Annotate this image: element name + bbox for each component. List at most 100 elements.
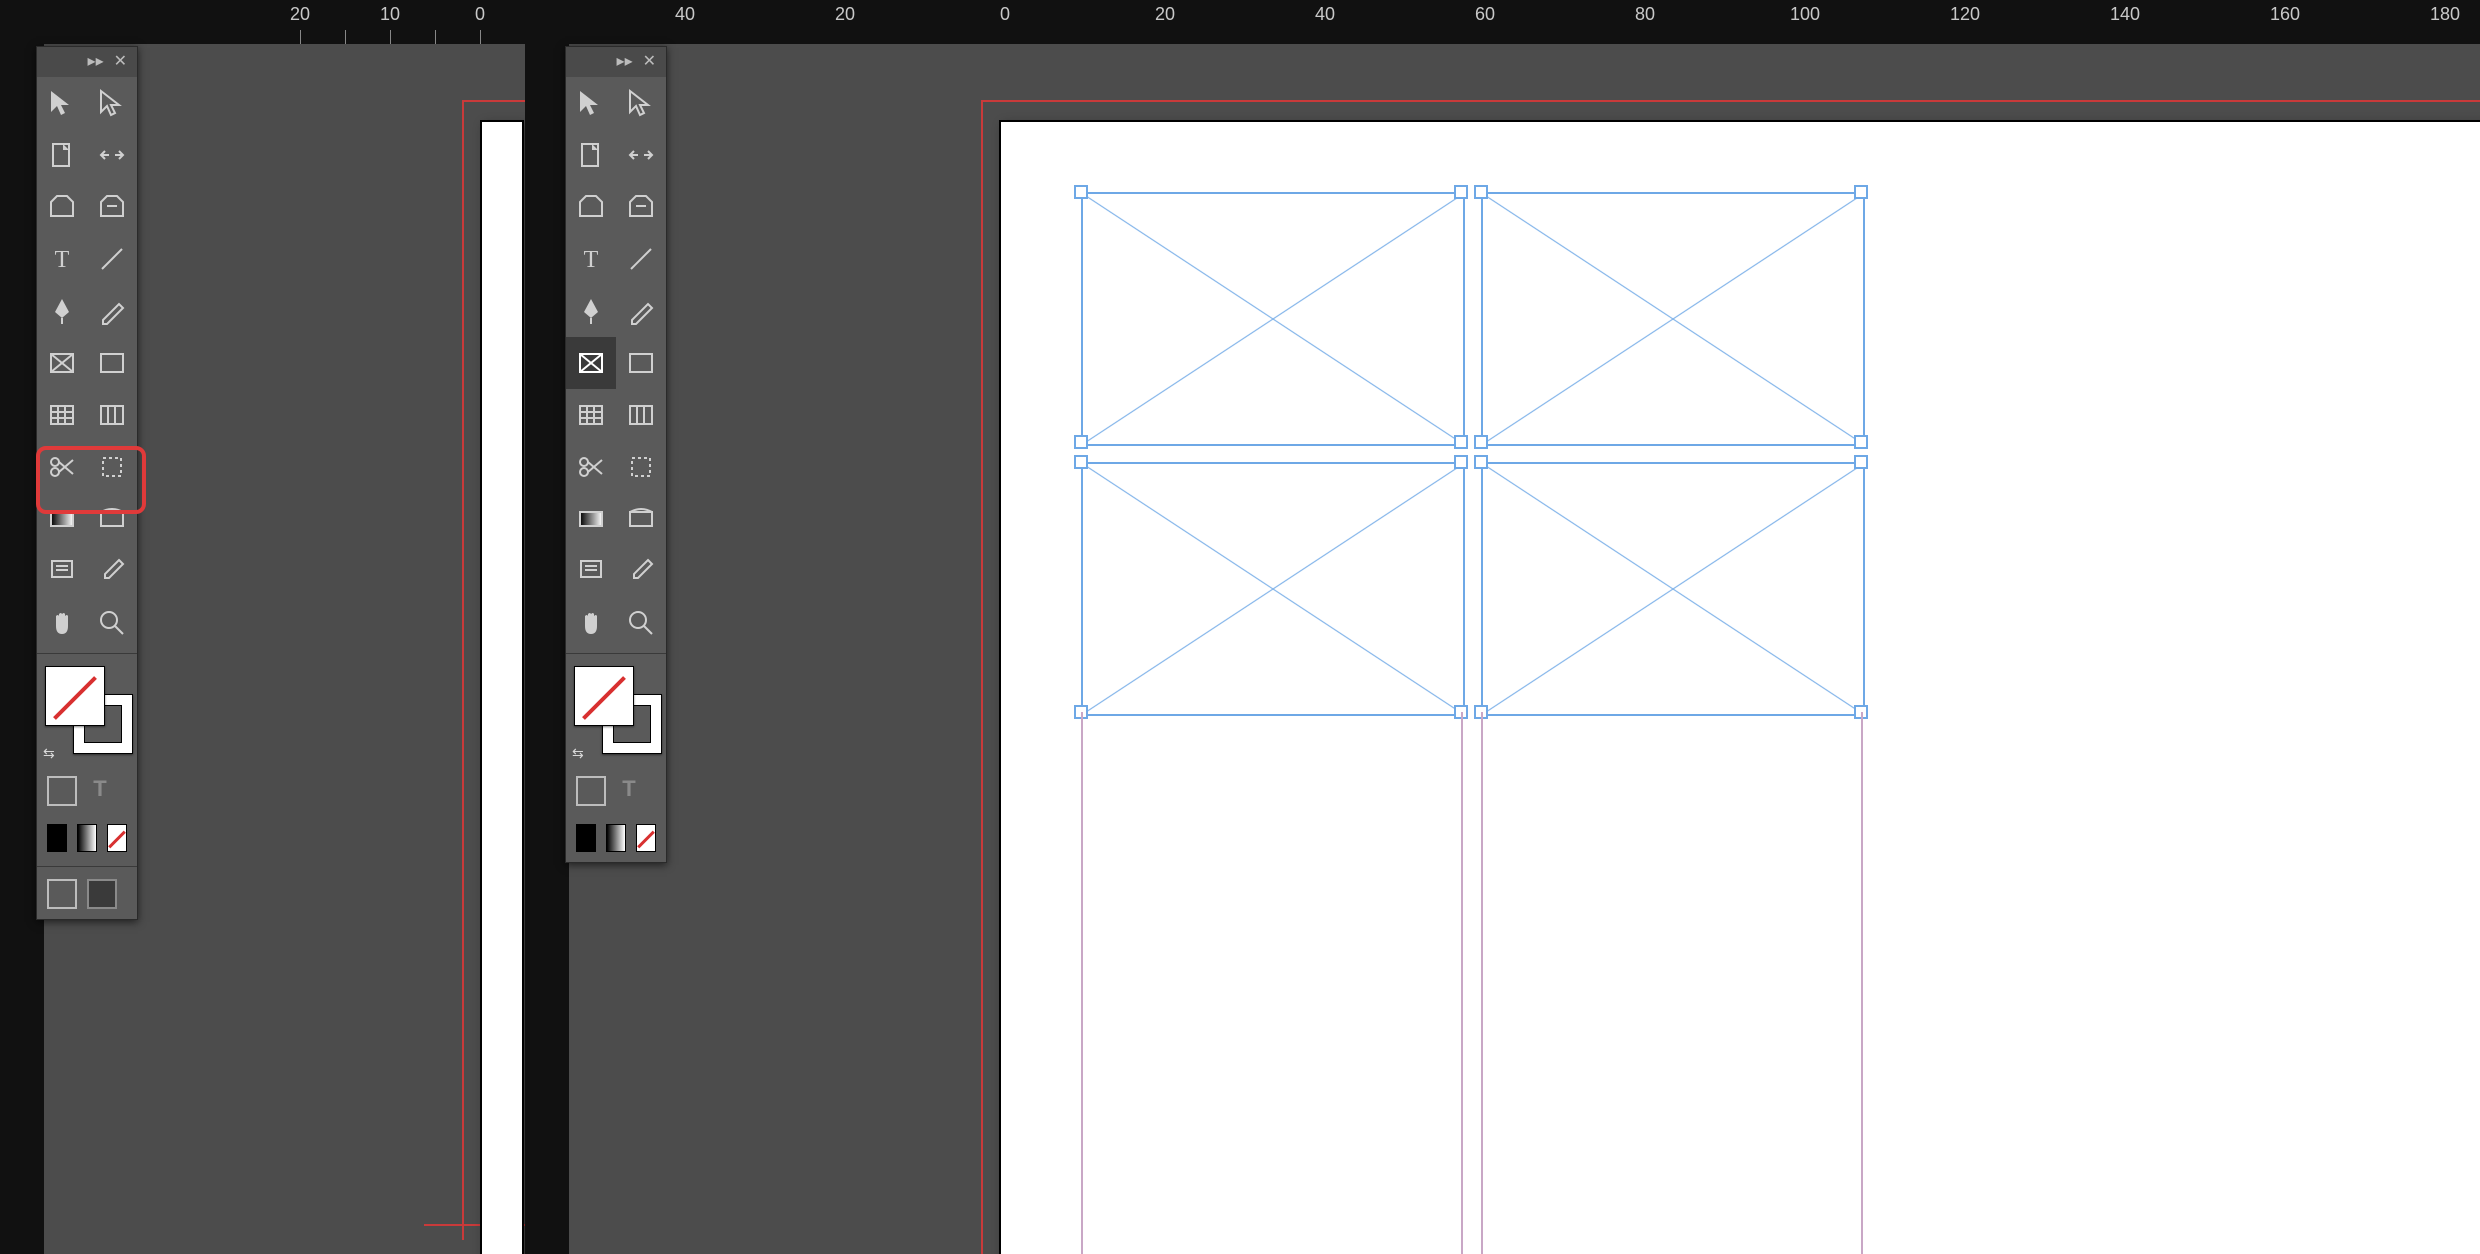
gap-tool[interactable] — [87, 129, 137, 181]
graphic-frame[interactable] — [1481, 462, 1865, 716]
apply-gradient-swatch[interactable] — [606, 824, 626, 852]
canvas-workspace[interactable] — [569, 44, 2480, 1254]
page-tool[interactable] — [37, 129, 87, 181]
rectangle-frame-tool[interactable] — [566, 337, 616, 389]
rectangle-tool[interactable] — [616, 337, 666, 389]
ruler-mark: 40 — [1315, 4, 1335, 25]
gradient-swatch-tool[interactable] — [566, 493, 616, 545]
selection-handle[interactable] — [1074, 185, 1088, 199]
document-page[interactable] — [480, 120, 524, 1254]
horizontal-ruler[interactable]: 40 20 0 20 40 60 80 100 120 140 160 180 — [525, 0, 2480, 45]
close-icon[interactable]: ✕ — [114, 54, 127, 70]
gap-tool[interactable] — [616, 129, 666, 181]
apply-none-swatch[interactable] — [107, 824, 127, 852]
bleed-guide — [462, 100, 464, 1240]
selection-handle[interactable] — [1854, 435, 1868, 449]
type-tool[interactable]: T — [566, 233, 616, 285]
table-row-tool[interactable] — [566, 389, 616, 441]
bleed-guide — [981, 100, 983, 1254]
rectangle-frame-tool[interactable] — [37, 337, 87, 389]
free-transform-tool[interactable] — [87, 441, 137, 493]
formatting-container-swatch[interactable] — [576, 776, 606, 806]
selection-handle[interactable] — [1854, 185, 1868, 199]
line-tool[interactable] — [87, 233, 137, 285]
note-tool[interactable] — [37, 545, 87, 597]
tools-panel-header[interactable]: ▸▸ ✕ — [566, 47, 666, 77]
graphic-frame[interactable] — [1481, 192, 1865, 446]
selection-handle[interactable] — [1474, 455, 1488, 469]
gradient-feather-tool[interactable] — [87, 493, 137, 545]
svg-text:T: T — [55, 247, 70, 273]
selection-handle[interactable] — [1474, 435, 1488, 449]
swap-fill-stroke-icon[interactable]: ⇆ — [43, 745, 55, 762]
gradient-feather-tool[interactable] — [616, 493, 666, 545]
content-placer-tool[interactable] — [616, 181, 666, 233]
apply-none-swatch[interactable] — [636, 824, 656, 852]
type-tool[interactable]: T — [37, 233, 87, 285]
close-icon[interactable]: ✕ — [643, 54, 656, 70]
apply-gradient-swatch[interactable] — [77, 824, 97, 852]
table-column-tool[interactable] — [87, 389, 137, 441]
note-tool[interactable] — [566, 545, 616, 597]
table-column-tool[interactable] — [616, 389, 666, 441]
column-guide — [1081, 712, 1083, 1254]
selection-tool[interactable] — [566, 77, 616, 129]
page-tool[interactable] — [566, 129, 616, 181]
table-row-tool[interactable] — [37, 389, 87, 441]
gradient-swatch-tool[interactable] — [37, 493, 87, 545]
fill-swatch[interactable] — [574, 666, 634, 726]
pen-tool[interactable] — [37, 285, 87, 337]
tools-panel-header[interactable]: ▸▸ ✕ — [37, 47, 137, 77]
pencil-tool[interactable] — [616, 285, 666, 337]
formatting-container-swatch[interactable] — [47, 776, 77, 806]
ruler-mark: 60 — [1475, 4, 1495, 25]
graphic-frame[interactable] — [1081, 192, 1465, 446]
ruler-mark: 20 — [835, 4, 855, 25]
content-collector-tool[interactable] — [37, 181, 87, 233]
panel-collapse-icon[interactable]: ▸▸ — [617, 54, 633, 70]
zoom-tool[interactable] — [616, 597, 666, 649]
apply-black-swatch[interactable] — [47, 824, 67, 852]
scissors-tool[interactable] — [566, 441, 616, 493]
zoom-tool[interactable] — [87, 597, 137, 649]
selection-handle[interactable] — [1474, 185, 1488, 199]
document-page[interactable] — [999, 120, 2480, 1254]
apply-black-swatch[interactable] — [576, 824, 596, 852]
content-placer-tool[interactable] — [87, 181, 137, 233]
fill-swatch[interactable] — [45, 666, 105, 726]
graphic-frame[interactable] — [1081, 462, 1465, 716]
formatting-text-swatch[interactable]: T — [87, 776, 113, 802]
normal-view-toggle[interactable] — [47, 879, 77, 909]
selection-handle[interactable] — [1074, 455, 1088, 469]
selection-tool[interactable] — [37, 77, 87, 129]
pencil-tool[interactable] — [87, 285, 137, 337]
selection-handle[interactable] — [1454, 185, 1468, 199]
column-guide — [1481, 712, 1483, 1254]
hand-tool[interactable] — [566, 597, 616, 649]
direct-selection-tool[interactable] — [87, 77, 137, 129]
selection-handle[interactable] — [1454, 455, 1468, 469]
hand-tool[interactable] — [37, 597, 87, 649]
line-tool[interactable] — [616, 233, 666, 285]
selection-handle[interactable] — [1074, 435, 1088, 449]
free-transform-tool[interactable] — [616, 441, 666, 493]
fill-stroke-swatch-pair[interactable]: ⇆ — [566, 658, 666, 768]
selection-handle[interactable] — [1454, 435, 1468, 449]
content-collector-tool[interactable] — [566, 181, 616, 233]
vertical-ruler[interactable] — [525, 44, 570, 1254]
panel-collapse-icon[interactable]: ▸▸ — [88, 54, 104, 70]
rectangle-tool[interactable] — [87, 337, 137, 389]
direct-selection-tool[interactable] — [616, 77, 666, 129]
horizontal-ruler[interactable]: 20 10 0 — [0, 0, 525, 45]
app-window-left: 20 10 0 ▸▸ ✕ T — [0, 0, 525, 1254]
fill-stroke-swatch-pair[interactable]: ⇆ — [37, 658, 137, 768]
scissors-tool[interactable] — [37, 441, 87, 493]
tools-panel: ▸▸ ✕ T — [36, 46, 138, 920]
selection-handle[interactable] — [1854, 455, 1868, 469]
pen-tool[interactable] — [566, 285, 616, 337]
swap-fill-stroke-icon[interactable]: ⇆ — [572, 745, 584, 762]
preview-view-toggle[interactable] — [87, 879, 117, 909]
eyedropper-tool[interactable] — [616, 545, 666, 597]
formatting-text-swatch[interactable]: T — [616, 776, 642, 802]
eyedropper-tool[interactable] — [87, 545, 137, 597]
